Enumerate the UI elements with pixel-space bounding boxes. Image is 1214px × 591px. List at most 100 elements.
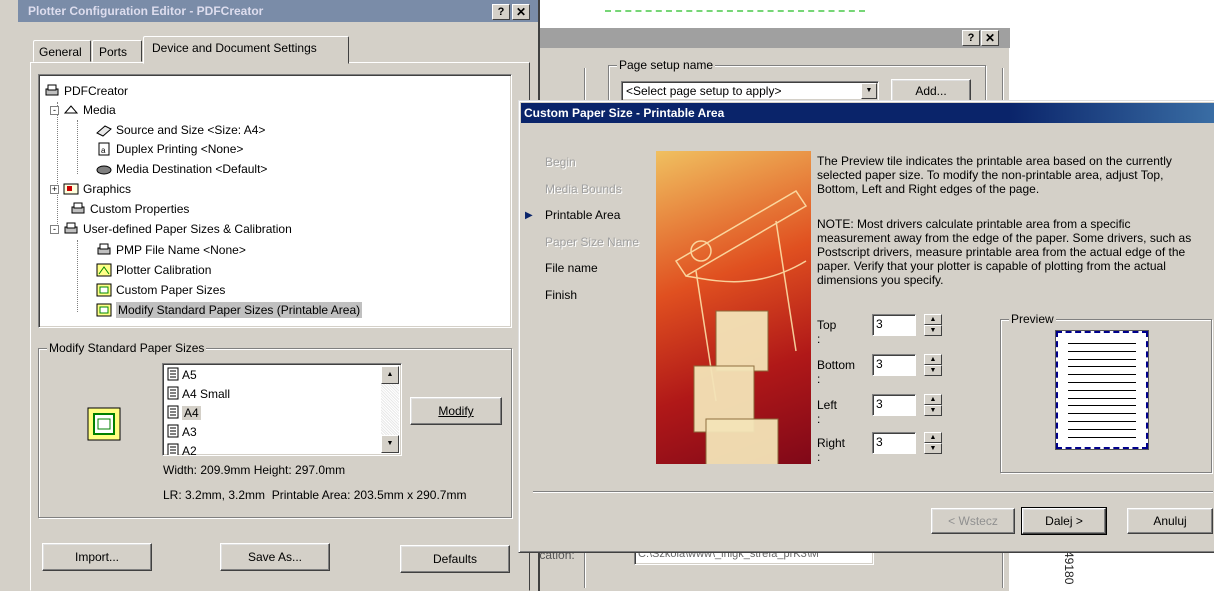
paper-size-icon bbox=[86, 406, 122, 442]
margin-stepper-left[interactable]: 3 ▲ ▼ bbox=[872, 394, 944, 416]
preview-line bbox=[1068, 350, 1136, 352]
tree-lines bbox=[57, 102, 58, 230]
document-icon bbox=[167, 367, 179, 384]
media-icon bbox=[63, 103, 79, 117]
wizard-step-file-name: File name bbox=[545, 261, 598, 276]
page-setup-title-bar bbox=[526, 28, 1010, 48]
wizard-step-media-bounds: Media Bounds bbox=[545, 181, 622, 196]
spin-up-icon[interactable]: ▲ bbox=[924, 394, 942, 405]
page-setup-label: Page setup name bbox=[617, 58, 716, 72]
media-destination-icon bbox=[96, 162, 112, 176]
save-as-button[interactable]: Save As... bbox=[220, 543, 330, 571]
tree-item-media-destination[interactable]: Media Destination <Default> bbox=[96, 160, 267, 178]
tab-device-document-settings[interactable]: Device and Document Settings bbox=[143, 36, 349, 64]
scroll-down-icon[interactable]: ▼ bbox=[381, 435, 399, 453]
document-icon bbox=[167, 443, 179, 455]
tree-lines-2 bbox=[77, 120, 78, 174]
preview-line bbox=[1068, 397, 1136, 399]
back-button[interactable]: < Wstecz bbox=[931, 508, 1015, 534]
preview-label: Preview bbox=[1009, 312, 1056, 326]
wizard-step-printable-area: ▶ Printable Area bbox=[525, 208, 621, 223]
tree-item-plotter-calibration[interactable]: Plotter Calibration bbox=[96, 261, 211, 279]
custom-paper-icon bbox=[96, 283, 112, 297]
page-setup-select[interactable]: <Select page setup to apply> ▼ bbox=[621, 81, 879, 101]
tree-lines-3 bbox=[77, 240, 78, 312]
margin-input[interactable]: 3 bbox=[872, 394, 916, 416]
preview-line bbox=[1068, 389, 1136, 391]
tree-item-duplex[interactable]: a Duplex Printing <None> bbox=[96, 140, 243, 158]
margin-input[interactable]: 3 bbox=[872, 432, 916, 454]
spin-up-icon[interactable]: ▲ bbox=[924, 354, 942, 365]
wizard-step-finish: Finish bbox=[545, 288, 578, 302]
tab-general[interactable]: General bbox=[33, 40, 91, 62]
paper-source-icon bbox=[96, 123, 112, 137]
help-button-bg[interactable]: ? bbox=[962, 30, 980, 46]
margin-stepper-bottom[interactable]: 3 ▲ ▼ bbox=[872, 354, 944, 376]
preview-page bbox=[1055, 330, 1149, 450]
svg-text:a: a bbox=[101, 146, 106, 155]
spin-down-icon[interactable]: ▼ bbox=[924, 405, 942, 416]
preview-line bbox=[1068, 413, 1136, 415]
margin-input[interactable]: 3 bbox=[872, 314, 916, 336]
plotter-close-button[interactable]: ✕ bbox=[512, 4, 530, 20]
wizard-title-bar: Custom Paper Size - Printable Area bbox=[521, 103, 1214, 123]
calibration-icon bbox=[96, 263, 112, 277]
chevron-down-icon[interactable]: ▼ bbox=[861, 83, 877, 99]
list-scrollbar[interactable]: ▲ ▼ bbox=[381, 366, 399, 453]
modify-standard-label: Modify Standard Paper Sizes bbox=[47, 341, 207, 355]
tree-item-pdfcreator[interactable]: PDFCreator bbox=[44, 82, 128, 100]
expand-icon[interactable]: + bbox=[50, 184, 59, 194]
preview-line bbox=[1068, 366, 1136, 368]
tree-item-user-defined-sizes[interactable]: - User-defined Paper Sizes & Calibration bbox=[50, 220, 292, 238]
paper-size-list-item[interactable]: A3 bbox=[167, 423, 197, 441]
collapse-icon[interactable]: - bbox=[50, 224, 59, 234]
margin-input[interactable]: 3 bbox=[872, 354, 916, 376]
paper-size-list[interactable]: A5 A4 Small A4 A3 A2 ▲ ▼ bbox=[162, 363, 402, 456]
cancel-button[interactable]: Anuluj bbox=[1127, 508, 1213, 534]
margin-stepper-top[interactable]: 3 ▲ ▼ bbox=[872, 314, 944, 336]
spin-down-icon[interactable]: ▼ bbox=[924, 443, 942, 454]
paper-size-list-item[interactable]: A4 Small bbox=[167, 385, 230, 403]
tree-item-modify-standard-sizes[interactable]: Modify Standard Paper Sizes (Printable A… bbox=[96, 301, 363, 319]
paper-size-list-item[interactable]: A4 bbox=[167, 404, 201, 422]
wizard-step-begin: Begin bbox=[545, 155, 576, 169]
document-icon bbox=[167, 386, 179, 403]
modify-paper-icon bbox=[96, 303, 112, 317]
tree-item-graphics[interactable]: + Graphics bbox=[50, 180, 131, 198]
paper-size-list-item[interactable]: A5 bbox=[167, 366, 197, 384]
preview-line bbox=[1068, 428, 1136, 430]
wizard-separator bbox=[533, 491, 1213, 493]
margin-stepper-right[interactable]: 3 ▲ ▼ bbox=[872, 432, 944, 454]
spin-down-icon[interactable]: ▼ bbox=[924, 365, 942, 376]
current-step-arrow-icon: ▶ bbox=[525, 209, 533, 221]
field-label-right: Right : bbox=[817, 436, 846, 464]
green-dashes bbox=[605, 10, 865, 16]
plotter-title-bar: Plotter Configuration Editor - PDFCreato… bbox=[18, 0, 538, 22]
printer-icon bbox=[44, 84, 60, 98]
spin-up-icon[interactable]: ▲ bbox=[924, 432, 942, 443]
tree-item-custom-properties[interactable]: Custom Properties bbox=[70, 200, 189, 218]
scroll-up-icon[interactable]: ▲ bbox=[381, 366, 399, 384]
graphics-icon bbox=[63, 182, 79, 196]
paper-sizes-icon bbox=[63, 222, 79, 236]
collapse-icon[interactable]: - bbox=[50, 105, 59, 115]
tree-item-pmp-file[interactable]: PMP File Name <None> bbox=[96, 241, 246, 259]
tree-item-custom-paper-sizes[interactable]: Custom Paper Sizes bbox=[96, 281, 225, 299]
defaults-button[interactable]: Defaults bbox=[400, 545, 510, 573]
pmp-file-icon bbox=[96, 243, 112, 257]
tree-item-source-size[interactable]: Source and Size <Size: A4> bbox=[96, 121, 265, 139]
preview-line bbox=[1068, 343, 1136, 344]
plotter-help-button[interactable]: ? bbox=[492, 4, 510, 20]
next-button[interactable]: Dalej > bbox=[1021, 507, 1107, 535]
paper-size-list-item[interactable]: A2 bbox=[167, 442, 197, 455]
import-button[interactable]: Import... bbox=[42, 543, 152, 571]
tab-ports[interactable]: Ports bbox=[92, 40, 142, 62]
close-button-bg[interactable]: ✕ bbox=[981, 30, 999, 46]
wizard-illustration bbox=[656, 151, 811, 464]
spin-up-icon[interactable]: ▲ bbox=[924, 314, 942, 325]
spin-down-icon[interactable]: ▼ bbox=[924, 325, 942, 336]
preview-line bbox=[1068, 358, 1136, 360]
modify-button[interactable]: Modify bbox=[410, 397, 502, 425]
preview-line bbox=[1068, 382, 1136, 383]
tree-item-media[interactable]: - Media bbox=[50, 101, 116, 119]
